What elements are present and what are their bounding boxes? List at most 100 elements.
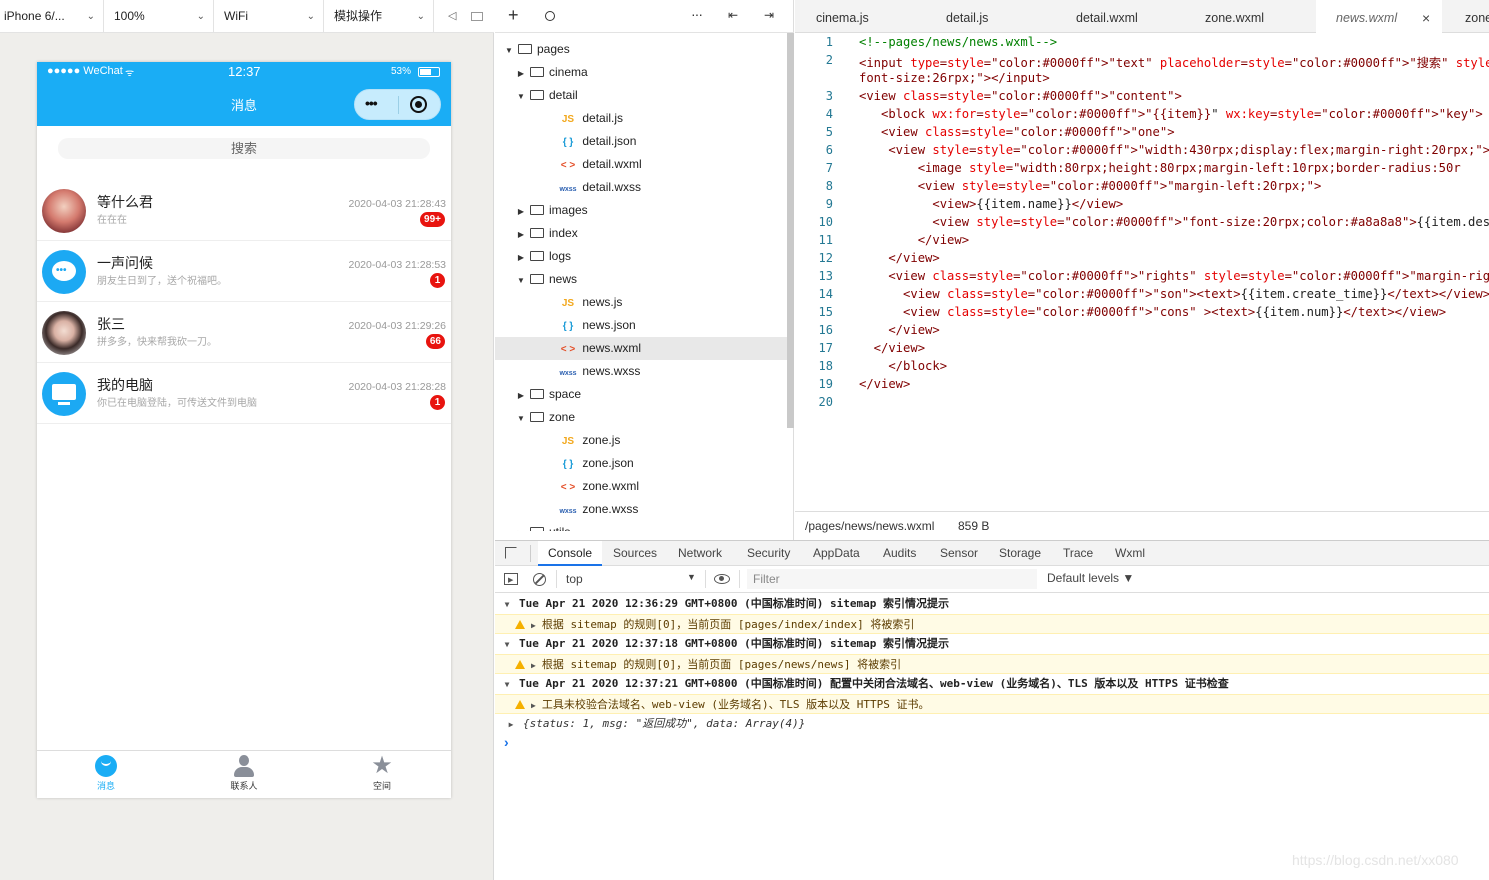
folder-cinema[interactable]: ▶ cinema xyxy=(495,61,787,84)
console-prompt[interactable]: › xyxy=(504,734,509,750)
chevron-down-icon[interactable]: ▼ xyxy=(515,85,527,108)
list-item[interactable]: 等什么君 在在在 2020-04-03 21:28:43 99+ xyxy=(37,180,451,241)
chevron-down-icon[interactable]: ▼ xyxy=(495,675,519,695)
eye-icon[interactable] xyxy=(714,574,730,584)
line-number: 14 xyxy=(818,287,833,301)
list-item[interactable]: 我的电脑 你已在电脑登陆，可传送文件到电脑 2020-04-03 21:28:2… xyxy=(37,363,451,424)
tab-sources[interactable]: Sources xyxy=(613,541,657,566)
chevron-down-icon[interactable]: ▼ xyxy=(495,635,519,655)
tab-security[interactable]: Security xyxy=(747,541,790,566)
folder-pages[interactable]: ▼ pages xyxy=(495,38,787,61)
mode-select[interactable]: 模拟操作 ⌄ xyxy=(330,0,434,33)
chevron-down-icon[interactable]: ▼ xyxy=(503,39,515,62)
chevron-right-icon[interactable]: ▶ xyxy=(515,223,527,246)
more-icon[interactable]: ··· xyxy=(691,6,703,22)
zoom-select[interactable]: 100% ⌄ xyxy=(110,0,214,33)
chevron-right-icon[interactable]: ▶ xyxy=(531,661,536,670)
folder-images[interactable]: ▶ images xyxy=(495,199,787,222)
chevron-right-icon[interactable]: ▶ xyxy=(515,384,527,407)
file-item[interactable]: wxss news.wxss xyxy=(495,360,787,383)
chevron-right-icon[interactable]: ▶ xyxy=(531,621,536,630)
folder-logs[interactable]: ▶ logs xyxy=(495,245,787,268)
console-message[interactable]: ▶ {status: 1, msg: "返回成功", data: Array(4)… xyxy=(495,714,1489,734)
window-icon[interactable] xyxy=(471,12,483,21)
folder-news[interactable]: ▼ news xyxy=(495,268,787,291)
sidebar-toggle-icon[interactable]: ▶ xyxy=(504,573,518,585)
tab-detail-wxml[interactable]: detail.wxml xyxy=(1076,0,1138,33)
chevron-right-icon[interactable]: ▶ xyxy=(515,62,527,85)
tab-cinema-js[interactable]: cinema.js xyxy=(816,0,869,33)
tab-space[interactable]: ★ 空间 xyxy=(342,754,422,792)
file-item[interactable]: JS detail.js xyxy=(495,107,787,130)
chevron-down-icon[interactable]: ▼ xyxy=(515,407,527,430)
close-icon[interactable]: × xyxy=(1422,0,1430,36)
console-message[interactable]: ▼ Tue Apr 21 2020 12:37:21 GMT+0800 (中国标准… xyxy=(495,674,1489,694)
tab-detail-js[interactable]: detail.js xyxy=(946,0,988,33)
chevron-down-icon[interactable]: ▼ xyxy=(495,595,519,615)
chevron-right-icon[interactable]: ▶ xyxy=(515,246,527,269)
tab-news-wxml[interactable]: news.wxml × xyxy=(1316,0,1442,34)
tab-zone-wxml[interactable]: zone.wxml xyxy=(1205,0,1264,33)
more-icon[interactable]: ••• xyxy=(365,95,378,111)
add-icon[interactable]: + xyxy=(508,5,519,26)
chevron-right-icon[interactable]: ▶ xyxy=(515,522,527,531)
folder-detail[interactable]: ▼ detail xyxy=(495,84,787,107)
chevron-down-icon[interactable]: ▼ xyxy=(515,269,527,292)
console-warning[interactable]: ▶ 根据 sitemap 的规则[0]，当前页面 [pages/index/ind… xyxy=(495,614,1489,634)
file-item[interactable]: { } news.json xyxy=(495,314,787,337)
file-size: 859 B xyxy=(958,519,990,533)
file-item[interactable]: < > news.wxml xyxy=(495,337,787,360)
tab-storage[interactable]: Storage xyxy=(999,541,1041,566)
file-item[interactable]: JS zone.js xyxy=(495,429,787,452)
network-select[interactable]: WiFi ⌄ xyxy=(220,0,324,33)
tab-appdata[interactable]: AppData xyxy=(813,541,860,566)
clear-console-icon[interactable] xyxy=(533,573,546,586)
tab-contacts[interactable]: 联系人 xyxy=(204,755,284,792)
code-editor[interactable]: 1 <!--pages/news/news.wxml--> 2 <input type… xyxy=(795,33,1489,511)
speaker-icon[interactable]: ◁ xyxy=(448,9,456,22)
file-item[interactable]: < > zone.wxml xyxy=(495,475,787,498)
tab-zone[interactable]: zone xyxy=(1465,0,1489,33)
device-select[interactable]: iPhone 6/... ⌄ xyxy=(0,0,104,33)
list-item[interactable]: 张三 拼多多，快来帮我砍一刀。 2020-04-03 21:29:26 66 xyxy=(37,302,451,363)
log-levels-select[interactable]: Default levels ▼ xyxy=(1047,571,1134,585)
chevron-right-icon[interactable]: ▶ xyxy=(531,701,536,710)
file-item[interactable]: { } zone.json xyxy=(495,452,787,475)
close-miniprogram-icon[interactable] xyxy=(410,96,427,113)
context-select[interactable]: top xyxy=(566,572,583,586)
chevron-right-icon[interactable]: ▶ xyxy=(515,200,527,223)
folder-index[interactable]: ▶ index xyxy=(495,222,787,245)
console-warning[interactable]: ▶ 根据 sitemap 的规则[0]，当前页面 [pages/news/news… xyxy=(495,654,1489,674)
folder-zone[interactable]: ▼ zone xyxy=(495,406,787,429)
file-item[interactable]: { } detail.json xyxy=(495,130,787,153)
filter-input[interactable]: Filter xyxy=(747,569,1037,589)
tab-audits[interactable]: Audits xyxy=(883,541,916,566)
tab-network[interactable]: Network xyxy=(678,541,722,566)
console-warning[interactable]: ▶ 工具未校验合法域名、web-view (业务域名)、TLS 版本以及 HTTP… xyxy=(495,694,1489,714)
tree-label: utils xyxy=(549,525,570,531)
tab-wxml[interactable]: Wxml xyxy=(1115,541,1145,566)
code-line: </view> xyxy=(859,377,911,391)
search-icon[interactable] xyxy=(545,11,555,21)
console-message[interactable]: ▼ Tue Apr 21 2020 12:36:29 GMT+0800 (中国标准… xyxy=(495,594,1489,614)
search-input[interactable]: 搜索 xyxy=(58,138,430,159)
file-item[interactable]: JS news.js xyxy=(495,291,787,314)
file-item[interactable]: wxss detail.wxss xyxy=(495,176,787,199)
file-item[interactable]: wxss zone.wxss xyxy=(495,498,787,521)
scrollbar[interactable] xyxy=(787,33,794,428)
folder-utils[interactable]: ▶ utils xyxy=(495,521,787,531)
chevron-right-icon[interactable]: ▶ xyxy=(499,715,523,735)
tab-sensor[interactable]: Sensor xyxy=(940,541,978,566)
console-message[interactable]: ▼ Tue Apr 21 2020 12:37:18 GMT+0800 (中国标准… xyxy=(495,634,1489,654)
tab-console[interactable]: Console xyxy=(538,541,603,566)
dropdown-arrow-icon[interactable]: ▼ xyxy=(687,572,696,582)
inspect-icon[interactable] xyxy=(505,547,517,559)
tab-trace[interactable]: Trace xyxy=(1063,541,1093,566)
tab-messages[interactable]: 消息 xyxy=(66,755,146,792)
list-item[interactable]: ••• 一声问候 朋友生日到了，送个祝福吧。 2020-04-03 21:28:… xyxy=(37,241,451,302)
split-icon[interactable]: ⇥ xyxy=(764,8,774,22)
collapse-icon[interactable]: ⇤ xyxy=(728,8,738,22)
file-item[interactable]: < > detail.wxml xyxy=(495,153,787,176)
folder-space[interactable]: ▶ space xyxy=(495,383,787,406)
tree-label: zone.js xyxy=(582,433,621,447)
